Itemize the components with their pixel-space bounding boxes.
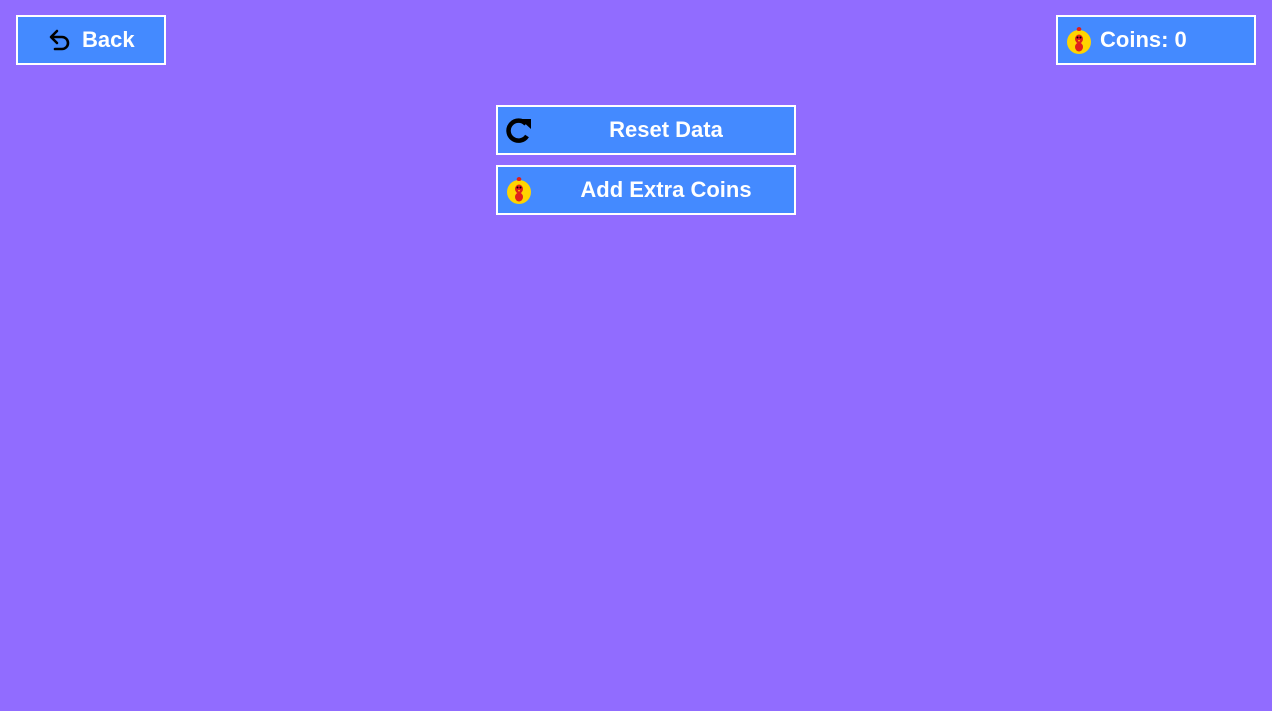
reset-data-button[interactable]: Reset Data <box>496 105 796 155</box>
settings-screen: Back Coins: 0 Reset Data Add Extra Coins <box>0 0 1272 711</box>
add-extra-coins-button[interactable]: Add Extra Coins <box>496 165 796 215</box>
coins-counter: Coins: 0 <box>1056 15 1256 65</box>
reset-data-label: Reset Data <box>609 117 723 142</box>
undo-arrow-icon <box>44 25 74 55</box>
chicken-coin-icon <box>504 175 534 205</box>
refresh-icon <box>504 115 534 145</box>
coins-text: Coins: 0 <box>1100 27 1187 52</box>
chicken-coin-icon <box>1064 25 1094 55</box>
back-button[interactable]: Back <box>16 15 166 65</box>
add-extra-coins-label: Add Extra Coins <box>580 177 752 202</box>
back-label: Back <box>82 27 135 52</box>
